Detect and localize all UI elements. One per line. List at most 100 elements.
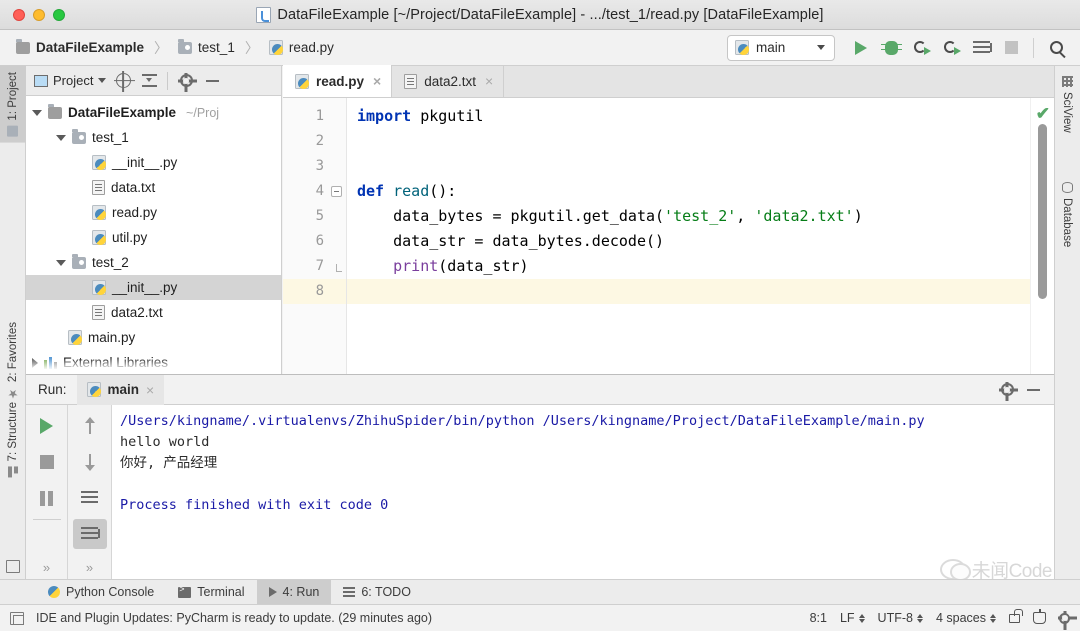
sidebar-item-sciview[interactable]: SciView [1054, 70, 1080, 139]
soft-wrap-button[interactable] [73, 483, 107, 513]
chevron-down-icon[interactable] [56, 135, 66, 141]
breadcrumb-label: test_1 [198, 40, 235, 55]
run-settings-button[interactable] [996, 379, 1018, 401]
expand-toolbar-button[interactable]: » [68, 560, 111, 575]
run-tool-window: Run: main × » [26, 374, 1054, 579]
tree-row-main-py[interactable]: main.py [26, 325, 281, 350]
pycharm-window: DataFileExample [~/Project/DataFileExamp… [0, 0, 1080, 631]
breadcrumb-item-test1[interactable]: test_1 [174, 38, 239, 57]
window-controls[interactable] [0, 9, 65, 21]
status-message[interactable]: IDE and Plugin Updates: PyCharm is ready… [36, 611, 432, 625]
rerun-button[interactable] [30, 411, 64, 441]
sidebar-item-label: 2: Favorites [7, 322, 19, 382]
code-editor[interactable]: 1 2 3 4 5 6 7 8 import pkgutil def read(… [283, 98, 1054, 374]
tab-read-py[interactable]: read.py × [283, 65, 392, 97]
tree-row-read-py[interactable]: read.py [26, 200, 281, 225]
code-fold-icon[interactable] [331, 186, 342, 197]
down-the-stack-button[interactable] [73, 447, 107, 477]
coverage-icon [914, 41, 928, 55]
project-settings-button[interactable] [175, 70, 197, 92]
chevron-down-icon[interactable] [56, 260, 66, 266]
breadcrumb-item-project[interactable]: DataFileExample [12, 38, 148, 57]
tree-row-DataFileExample[interactable]: DataFileExample ~/Proj [26, 100, 281, 125]
hide-panel-button[interactable] [201, 70, 223, 92]
editor-vertical-scrollbar[interactable] [1038, 124, 1047, 299]
python-file-icon [92, 155, 106, 170]
chevron-down-icon[interactable] [32, 110, 42, 116]
tree-row-test_2[interactable]: test_2 [26, 250, 281, 275]
tab-todo[interactable]: 6: TODO [331, 580, 423, 605]
close-icon[interactable]: × [485, 73, 493, 89]
project-panel-title-label: Project [53, 73, 93, 88]
encoding-selector[interactable]: UTF-8 [878, 611, 923, 625]
tree-row-test_1[interactable]: test_1 [26, 125, 281, 150]
stop-process-button[interactable] [30, 447, 64, 477]
down-arrow-icon [89, 454, 91, 470]
tree-row-init-py-1[interactable]: __init__.py [26, 150, 281, 175]
tree-row-data-txt[interactable]: data.txt [26, 175, 281, 200]
scroll-from-source-button[interactable] [112, 70, 134, 92]
hide-run-panel-button[interactable] [1022, 379, 1044, 401]
toggle-tool-windows-icon[interactable] [6, 560, 20, 573]
updown-chevron-icon [990, 614, 996, 623]
expand-toolbar-button[interactable]: » [26, 560, 67, 575]
editor-area: read.py × data2.txt × 1 2 3 4 5 6 7 8 [283, 66, 1054, 374]
editor-scroll-gutter[interactable]: ✔ [1030, 98, 1054, 374]
line-number: 3 [283, 154, 346, 179]
tree-label: DataFileExample [68, 105, 176, 120]
project-panel-title[interactable]: Project [32, 71, 108, 90]
collapse-all-button[interactable] [138, 70, 160, 92]
inspection-ok-icon[interactable]: ✔ [1036, 104, 1050, 124]
console-output[interactable]: /Users/kingname/.virtualenvs/ZhihuSpider… [112, 405, 1054, 579]
tree-row-data2-txt[interactable]: data2.txt [26, 300, 281, 325]
editor-gutter[interactable]: 1 2 3 4 5 6 7 8 [283, 98, 347, 374]
scroll-to-end-button[interactable] [73, 519, 107, 549]
robot-icon[interactable] [1033, 612, 1046, 624]
text-file-icon [404, 74, 417, 89]
sidebar-item-project[interactable]: 1: Project [0, 66, 26, 143]
tree-row-util-py[interactable]: util.py [26, 225, 281, 250]
caret-position[interactable]: 8:1 [810, 611, 827, 625]
maximize-window-button[interactable] [53, 9, 65, 21]
main-toolbar: main [727, 34, 1080, 62]
search-everywhere-button[interactable] [1042, 34, 1070, 62]
stop-button[interactable] [997, 34, 1025, 62]
pause-output-button[interactable] [30, 483, 64, 513]
breadcrumb-item-readpy[interactable]: read.py [265, 38, 338, 57]
code-fold-end-icon[interactable] [336, 264, 342, 272]
tab-terminal[interactable]: Terminal [166, 580, 256, 605]
profile-button[interactable] [937, 34, 965, 62]
lock-icon[interactable] [1009, 614, 1020, 623]
indent-selector[interactable]: 4 spaces [936, 611, 996, 625]
run-icon [269, 587, 277, 597]
run-with-coverage-button[interactable] [907, 34, 935, 62]
debug-button[interactable] [877, 34, 905, 62]
tab-python-console[interactable]: Python Console [36, 580, 166, 605]
tab-run[interactable]: 4: Run [257, 580, 332, 605]
tree-row-init-py-2[interactable]: __init__.py [26, 275, 281, 300]
chevron-down-icon [98, 78, 106, 83]
line-separator-selector[interactable]: LF [840, 611, 865, 625]
run-configuration-selector[interactable]: main [727, 35, 835, 61]
close-icon[interactable]: × [146, 382, 154, 398]
close-icon[interactable]: × [373, 73, 381, 89]
code-text[interactable]: import pkgutil def read(): data_bytes = … [347, 98, 1054, 374]
tab-data2-txt[interactable]: data2.txt × [392, 65, 504, 97]
status-bar: IDE and Plugin Updates: PyCharm is ready… [0, 604, 1080, 631]
gear-help-icon[interactable] [1059, 613, 1070, 624]
minimize-window-button[interactable] [33, 9, 45, 21]
run-tab-main[interactable]: main × [77, 375, 165, 405]
grid-icon [1062, 76, 1073, 87]
sidebar-item-database[interactable]: Database [1054, 176, 1080, 253]
toggle-tool-windows-icon[interactable] [10, 612, 24, 625]
up-the-stack-button[interactable] [73, 411, 107, 441]
run-button[interactable] [847, 34, 875, 62]
run-console-icon [973, 41, 990, 55]
run-console-button[interactable] [967, 34, 995, 62]
console-line: 你好, 产品经理 [120, 453, 1054, 474]
sidebar-item-favorites[interactable]: ★ 2: Favorites [0, 316, 26, 407]
breadcrumb: DataFileExample 〉 test_1 〉 read.py [0, 38, 338, 58]
close-window-button[interactable] [13, 9, 25, 21]
sidebar-item-structure[interactable]: 7: Structure [0, 396, 26, 483]
editor-tab-label: read.py [316, 74, 364, 89]
